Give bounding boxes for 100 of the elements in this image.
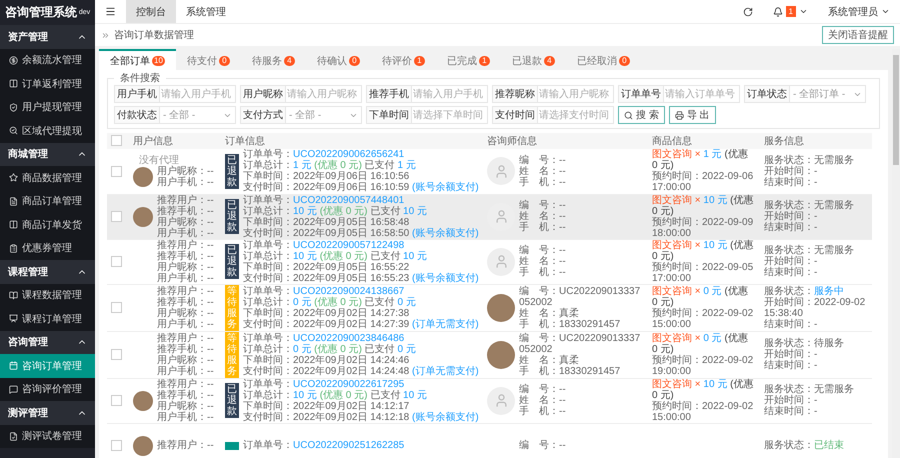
field-label: 支付时间 [493, 107, 538, 123]
user-info-text: 用户手机：-- [157, 318, 214, 330]
service-info-text: 结束时间：- [764, 176, 818, 188]
user-info-text: 推荐手机：-- [157, 296, 214, 308]
user-info-text: 推荐用户：-- [157, 332, 214, 344]
service-info-text: 开始时间：- [764, 395, 818, 406]
select-field[interactable]: 支付方式 - 全部 - [240, 106, 362, 124]
field-label: 用户手机 [115, 86, 160, 102]
service-info-text: 开始时间：- [764, 256, 818, 267]
appointment-time-text: 预约时间：2022-09-02 15:00:00 [652, 400, 754, 422]
chevron-down-icon[interactable] [799, 7, 808, 16]
sidebar-item[interactable]: 测评试卷管理 [0, 424, 95, 448]
order-info-text: 下单时间：2022年09月02日 14:12:17 [243, 400, 410, 412]
service-info-text: 结束时间：- [764, 318, 818, 330]
user-info-text: 用户昵称：-- [157, 400, 214, 412]
consultant-info-text: 姓 名：-- [519, 256, 566, 267]
consultant-info-text: 姓 名：-- [519, 211, 566, 222]
sidebar-group[interactable]: 咨询管理 [0, 330, 95, 354]
search-field[interactable]: 用户昵称 请输入用户昵称 [240, 85, 362, 103]
service-info-text: 开始时间：2022-09-02 15:38:40 [764, 296, 866, 318]
search-field[interactable]: 用户手机 请输入用户手机 [114, 85, 236, 103]
order-info-text: 订单单号：UCO2022090251262285 [243, 440, 404, 451]
order-info-text: 下单时间：2022年09月06日 16:10:56 [243, 171, 410, 182]
sidebar-item[interactable]: 用户提现管理 [0, 96, 95, 119]
service-info-text: 服务状态：无需服务 [764, 154, 855, 166]
bell-icon[interactable] [772, 6, 783, 16]
search-field[interactable]: 推荐手机 请输入用户手机 [366, 85, 488, 103]
checkbox[interactable] [111, 256, 122, 267]
export-button[interactable]: 导 出 [668, 106, 716, 124]
order-info-text: 订单单号：UCO2022090022617295 [243, 378, 406, 390]
order-info-text: 支付时间：2022年09月02日 14:24:48 (订单无需支付) [243, 366, 479, 376]
column-header: 用户信息 [129, 133, 221, 149]
avatar-photo [133, 390, 153, 410]
sidebar-item[interactable]: 咨询评价管理 [0, 378, 95, 401]
search-field[interactable]: 推荐昵称 请输入用户昵称 [492, 85, 614, 103]
checkbox[interactable] [111, 135, 122, 146]
user-info-text: 推荐用户：-- [157, 440, 214, 451]
goods-price-text: 图文咨询 × 1 元 (优惠 0 元) [652, 149, 749, 172]
service-info-text: 结束时间：- [764, 406, 818, 417]
close-reminder-button[interactable]: 关闭语音提醒 [822, 26, 894, 44]
column-header: 订单信息 [221, 133, 483, 149]
consultant-info-text: 编 号：-- [519, 154, 566, 166]
service-info-text: 结束时间：- [764, 360, 818, 371]
user-name[interactable]: 系统管理员 [828, 4, 878, 18]
avatar-photo [133, 166, 153, 187]
sidebar-item[interactable]: 余额流水管理 [0, 48, 95, 72]
appointment-time-text: 预约时间：2022-09-02 15:00:00 [652, 308, 754, 330]
top-tab[interactable]: 控制台 [126, 0, 176, 23]
user-info-text: 推荐手机：-- [157, 390, 214, 400]
checkbox[interactable] [111, 210, 122, 222]
avatar-photo [133, 436, 153, 456]
sidebar-item[interactable]: 商品订单管理 [0, 190, 95, 213]
checkbox[interactable] [111, 302, 122, 313]
checkbox[interactable] [111, 166, 122, 177]
checkbox[interactable] [111, 394, 122, 406]
sidebar-item[interactable]: 区域代理提现 [0, 119, 95, 142]
top-tab[interactable]: 系统管理 [176, 0, 236, 23]
consultant-info-text: 编 号：UC202209013337052002 [519, 286, 642, 308]
refresh-icon[interactable] [742, 6, 753, 16]
search-field[interactable]: 支付时间 请选择支付时间 [492, 106, 614, 124]
sidebar-item[interactable]: 商品订单发货 [0, 213, 95, 236]
consultant-info-text: 手 机：18330291457 [519, 366, 622, 376]
panel-legend: 条件搜索 [114, 73, 166, 84]
sidebar-item[interactable]: 商品数据管理 [0, 166, 95, 190]
sidebar-item[interactable]: 优惠券管理 [0, 236, 95, 260]
service-info-text: 服务状态：已结束 [764, 440, 845, 451]
goods-price-text: 图文咨询 × 10 元 (优惠 0 元) [652, 194, 754, 216]
order-info-text: 订单单号：UCO2022090057448401 [243, 194, 406, 206]
select-field[interactable]: 付款状态 - 全部 - [114, 106, 236, 124]
count-badge: 10 [152, 56, 165, 66]
order-tab[interactable]: 全部订单 10 [99, 49, 176, 70]
sidebar-group[interactable]: 商城管理 [0, 142, 95, 166]
order-info-text: 下单时间：2022年09月02日 14:24:46 [243, 354, 410, 366]
order-info-text: 下单时间：2022年09月02日 14:27:38 [243, 308, 410, 318]
goods-price-text: 图文咨询 × 10 元 (优惠 0 元) [652, 240, 754, 262]
sidebar-item[interactable]: 咨询订单管理 [0, 354, 95, 378]
appointment-time-text: 预约时间：2022-09-05 17:00:00 [652, 262, 754, 284]
consultant-info-text: 姓 名：-- [519, 166, 566, 177]
checkbox[interactable] [111, 440, 122, 451]
search-field[interactable]: 下单时间 请选择下单时间 [366, 106, 488, 124]
sidebar-group[interactable]: 测评管理 [0, 401, 95, 424]
sidebar-item[interactable]: 课程数据管理 [0, 284, 95, 307]
user-info-text: 用户昵称：-- [157, 308, 214, 318]
sidebar-item[interactable]: 课程订单管理 [0, 307, 95, 330]
user-info-text: 推荐手机：-- [157, 250, 214, 262]
sidebar-group[interactable]: 课程管理 [0, 260, 95, 284]
order-info-text: 订单单号：UCO2022090024138667 [243, 286, 406, 296]
service-info-text: 结束时间：- [764, 267, 818, 278]
select-field[interactable]: 订单状态 - 全部订单 - [744, 85, 866, 103]
checkbox[interactable] [111, 348, 122, 360]
search-button[interactable]: 搜 索 [618, 106, 665, 124]
sidebar-item[interactable]: 订单返利管理 [0, 72, 95, 96]
search-field[interactable]: 订单单号 请输入订单单号 [618, 85, 740, 103]
chevron-down-icon[interactable] [881, 7, 890, 16]
consultant-info-text: 姓 名：真柔 [519, 308, 580, 318]
user-icon [494, 393, 508, 408]
status-tag: 已退款 [225, 154, 239, 189]
sidebar-group[interactable]: 资产管理 [0, 25, 95, 48]
user-info-text: 推荐用户：-- [157, 378, 214, 390]
user-info-text: 用户手机：-- [157, 272, 214, 284]
